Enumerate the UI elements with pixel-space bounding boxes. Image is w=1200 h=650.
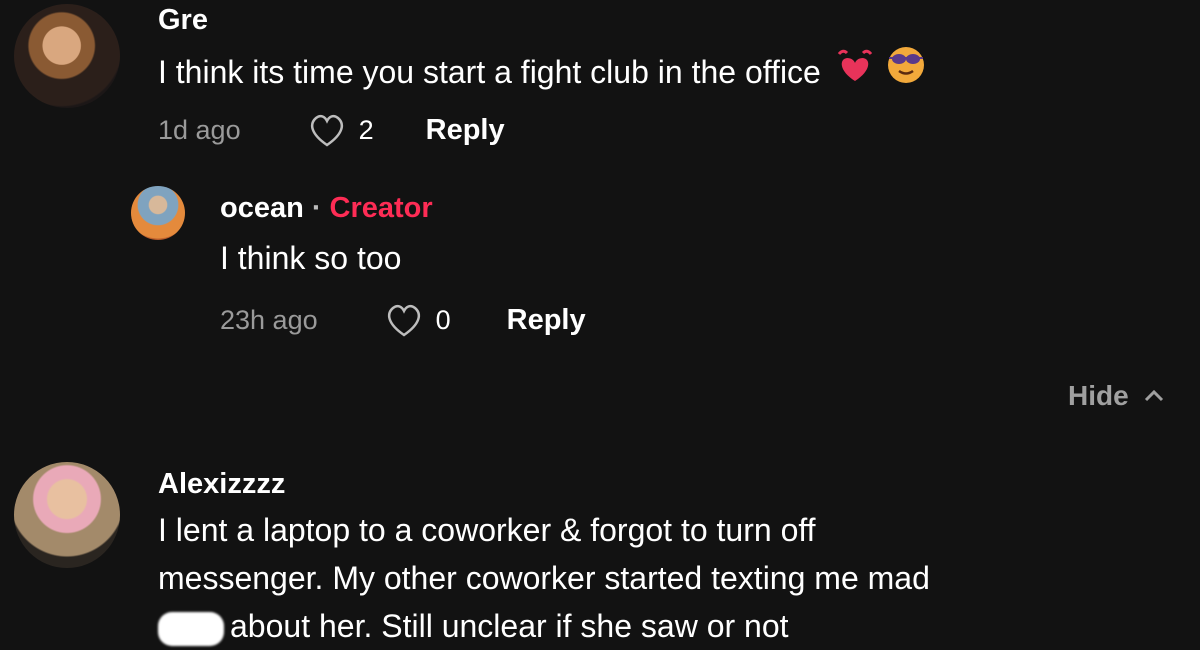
- comment-time: 23h ago: [220, 304, 318, 335]
- avatar-ocean[interactable]: [131, 186, 185, 240]
- creator-badge: Creator: [329, 192, 433, 224]
- hide-replies-button[interactable]: Hide: [1068, 380, 1165, 412]
- comment-body: I think its time you start a fight club …: [158, 53, 821, 90]
- like-button[interactable]: 0: [384, 302, 451, 338]
- heart-icon: [387, 304, 420, 337]
- comment-line-3: about her. Still unclear if she saw or n…: [158, 602, 930, 650]
- comment-meta: 1d ago 2 Reply: [158, 112, 505, 148]
- sunglasses-face-emoji-icon: [885, 44, 927, 99]
- comment-text: I think its time you start a fight club …: [158, 44, 927, 99]
- heart-with-waves-emoji-icon: [833, 45, 877, 98]
- comment-text: I lent a laptop to a coworker & forgot t…: [158, 506, 930, 650]
- avatar-gre[interactable]: [14, 4, 120, 108]
- comment-meta: 23h ago 0 Reply: [220, 302, 586, 338]
- like-count: 0: [435, 304, 451, 335]
- like-count: 2: [358, 114, 374, 145]
- comment-username-row: ocean · Creator: [220, 192, 433, 225]
- separator-dot: ·: [311, 192, 322, 224]
- comment-line: I lent a laptop to a coworker & forgot t…: [158, 512, 816, 548]
- like-button[interactable]: 2: [307, 112, 374, 148]
- comment-line: about her. Still unclear if she saw or n…: [230, 608, 789, 644]
- reply-button[interactable]: Reply: [426, 114, 505, 147]
- comment-text: I think so too: [220, 240, 402, 276]
- reply-button[interactable]: Reply: [507, 304, 586, 337]
- avatar-alexizzzz[interactable]: [14, 462, 120, 568]
- hide-label: Hide: [1068, 380, 1129, 411]
- comment-line: messenger. My other coworker started tex…: [158, 560, 930, 596]
- comment-username[interactable]: ocean: [220, 192, 304, 224]
- comment-username[interactable]: Alexizzzz: [158, 468, 285, 501]
- redacted-blot: [158, 611, 224, 646]
- comment-time: 1d ago: [158, 114, 241, 145]
- comment-username[interactable]: Gre: [158, 4, 208, 37]
- heart-icon: [310, 114, 343, 147]
- chevron-up-icon: [1144, 389, 1163, 402]
